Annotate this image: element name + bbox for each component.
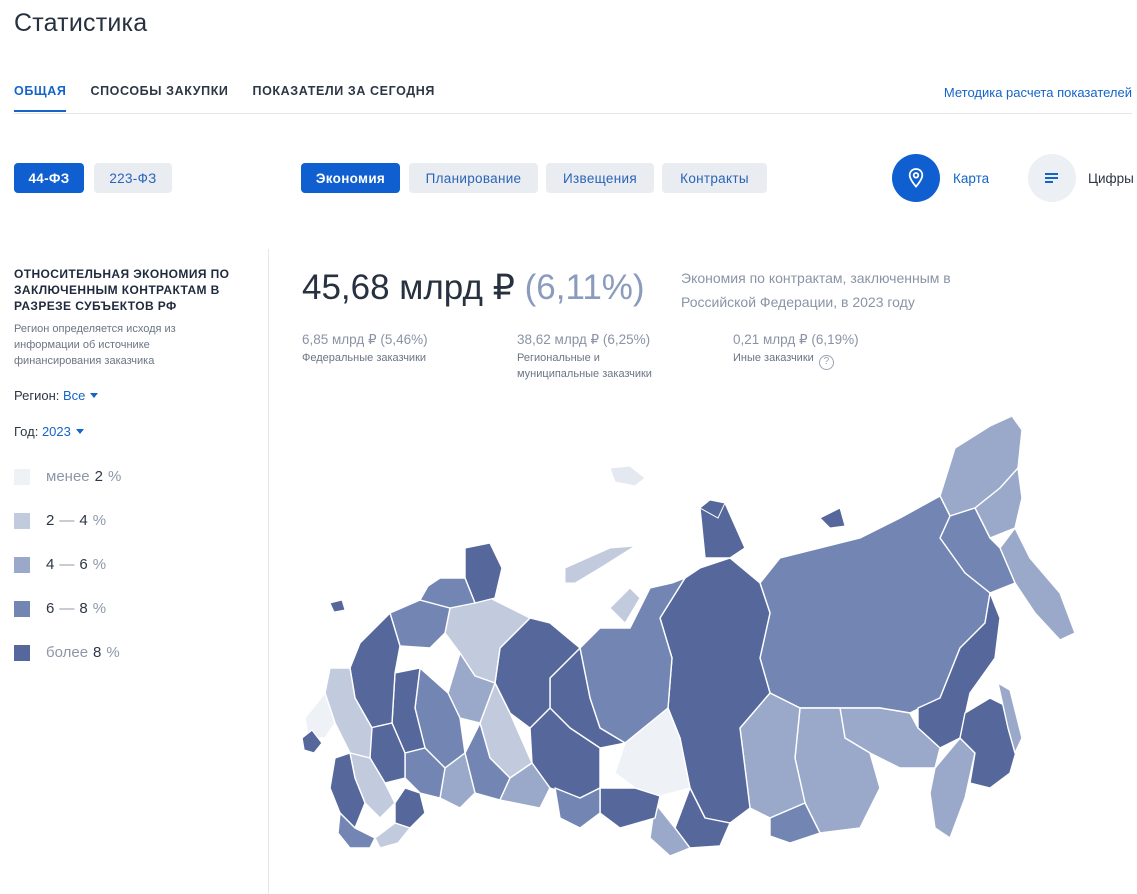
legend-from: 8	[93, 644, 102, 661]
map-view-label[interactable]: Карта	[953, 171, 989, 186]
legend-to: 6	[79, 556, 88, 573]
legend-swatch	[14, 556, 30, 573]
legend-swatch	[14, 600, 30, 617]
legend-from: 6	[46, 600, 55, 617]
tab-bar: ОБЩАЯ СПОСОБЫ ЗАКУПКИ ПОКАЗАТЕЛИ ЗА СЕГО…	[14, 84, 435, 112]
numbers-view-label[interactable]: Цифры	[1088, 171, 1134, 186]
map-region	[394, 787, 426, 829]
other-savings-row: Иные заказчики ?	[733, 350, 834, 370]
legend-item: 2—4%	[14, 512, 106, 529]
tab-today-indicators[interactable]: ПОКАЗАТЕЛИ ЗА СЕГОДНЯ	[253, 84, 436, 112]
other-savings-label: Иные заказчики	[733, 352, 814, 364]
chevron-down-icon[interactable]	[90, 393, 99, 398]
map-view-button[interactable]	[892, 154, 940, 202]
legend-from: 4	[46, 556, 55, 573]
question-circle-icon[interactable]: ?	[818, 354, 834, 370]
regional-savings-label: Региональные и муниципальные заказчики	[517, 352, 652, 380]
sidebar-title: ОТНОСИТЕЛЬНАЯ ЭКОНОМИЯ ПО ЗАКЛЮЧЕННЫМ КО…	[14, 267, 230, 313]
economy-button[interactable]: Экономия	[301, 163, 400, 193]
map-island	[564, 545, 636, 584]
year-filter[interactable]: Год: 2023	[14, 424, 84, 439]
legend-prefix: более	[46, 644, 89, 661]
legend-prefix: менее	[46, 468, 90, 485]
law-223-button[interactable]: 223-ФЗ	[94, 163, 172, 193]
other-savings-value: 0,21 млрд ₽ (6,19%)	[733, 332, 859, 347]
tab-general[interactable]: ОБЩАЯ	[14, 84, 67, 112]
legend-item: менее 2%	[14, 468, 121, 485]
map-island	[329, 599, 346, 613]
law-44-button[interactable]: 44-ФЗ	[14, 163, 84, 193]
total-savings-percent: (6,11%)	[524, 268, 645, 307]
legend-from: 2	[46, 512, 55, 529]
legend-separator: —	[59, 512, 75, 529]
legend-swatch	[14, 468, 30, 485]
legend-unit: %	[92, 600, 107, 617]
numbers-view-button[interactable]	[1028, 154, 1076, 202]
legend-unit: %	[92, 556, 107, 573]
legend-from: 2	[94, 468, 103, 485]
planning-button[interactable]: Планирование	[409, 163, 538, 193]
legend-separator: —	[59, 600, 75, 617]
total-savings: 45,68 млрд ₽ (6,11%)	[302, 268, 645, 308]
map-island	[609, 465, 646, 487]
list-lines-icon	[1045, 173, 1058, 183]
legend-to: 4	[79, 512, 88, 529]
sidebar-note: Регион определяется исходя из информации…	[14, 323, 176, 367]
legend-item: 6—8%	[14, 600, 106, 617]
map-pin-icon	[908, 168, 924, 188]
notices-button[interactable]: Извещения	[546, 163, 654, 193]
methodology-link[interactable]: Методика расчета показателей	[944, 85, 1132, 100]
legend-to: 8	[79, 600, 88, 617]
legend-unit: %	[92, 512, 107, 529]
total-savings-description: Экономия по контрактам, заключенным в Ро…	[681, 270, 951, 310]
region-filter-value[interactable]: Все	[63, 388, 85, 403]
regional-savings-value: 38,62 млрд ₽ (6,25%)	[517, 332, 651, 347]
legend-unit: %	[107, 468, 122, 485]
tab-divider	[14, 113, 1132, 114]
map-region	[599, 787, 661, 829]
legend-item: 4—6%	[14, 556, 106, 573]
region-filter[interactable]: Регион: Все	[14, 388, 99, 403]
map-region	[374, 822, 411, 849]
sidebar-divider	[268, 249, 269, 894]
total-savings-value: 45,68 млрд ₽	[302, 268, 515, 307]
year-filter-label: Год:	[14, 424, 39, 439]
year-filter-value[interactable]: 2023	[42, 424, 71, 439]
federal-savings-label: Федеральные заказчики	[302, 352, 427, 364]
legend-swatch	[14, 644, 30, 661]
legend-unit: %	[106, 644, 120, 661]
tab-procurement-methods[interactable]: СПОСОБЫ ЗАКУПКИ	[90, 84, 228, 112]
legend-separator: —	[59, 556, 75, 573]
chevron-down-icon[interactable]	[75, 429, 84, 434]
federal-savings-value: 6,85 млрд ₽ (5,46%)	[302, 332, 428, 347]
russia-regions-map[interactable]	[300, 408, 1100, 860]
contracts-button[interactable]: Контракты	[662, 163, 767, 193]
legend-swatch	[14, 512, 30, 529]
map-island	[819, 507, 846, 529]
legend-item: более 8%	[14, 644, 120, 661]
region-filter-label: Регион:	[14, 388, 60, 403]
page-title: Статистика	[14, 9, 148, 37]
